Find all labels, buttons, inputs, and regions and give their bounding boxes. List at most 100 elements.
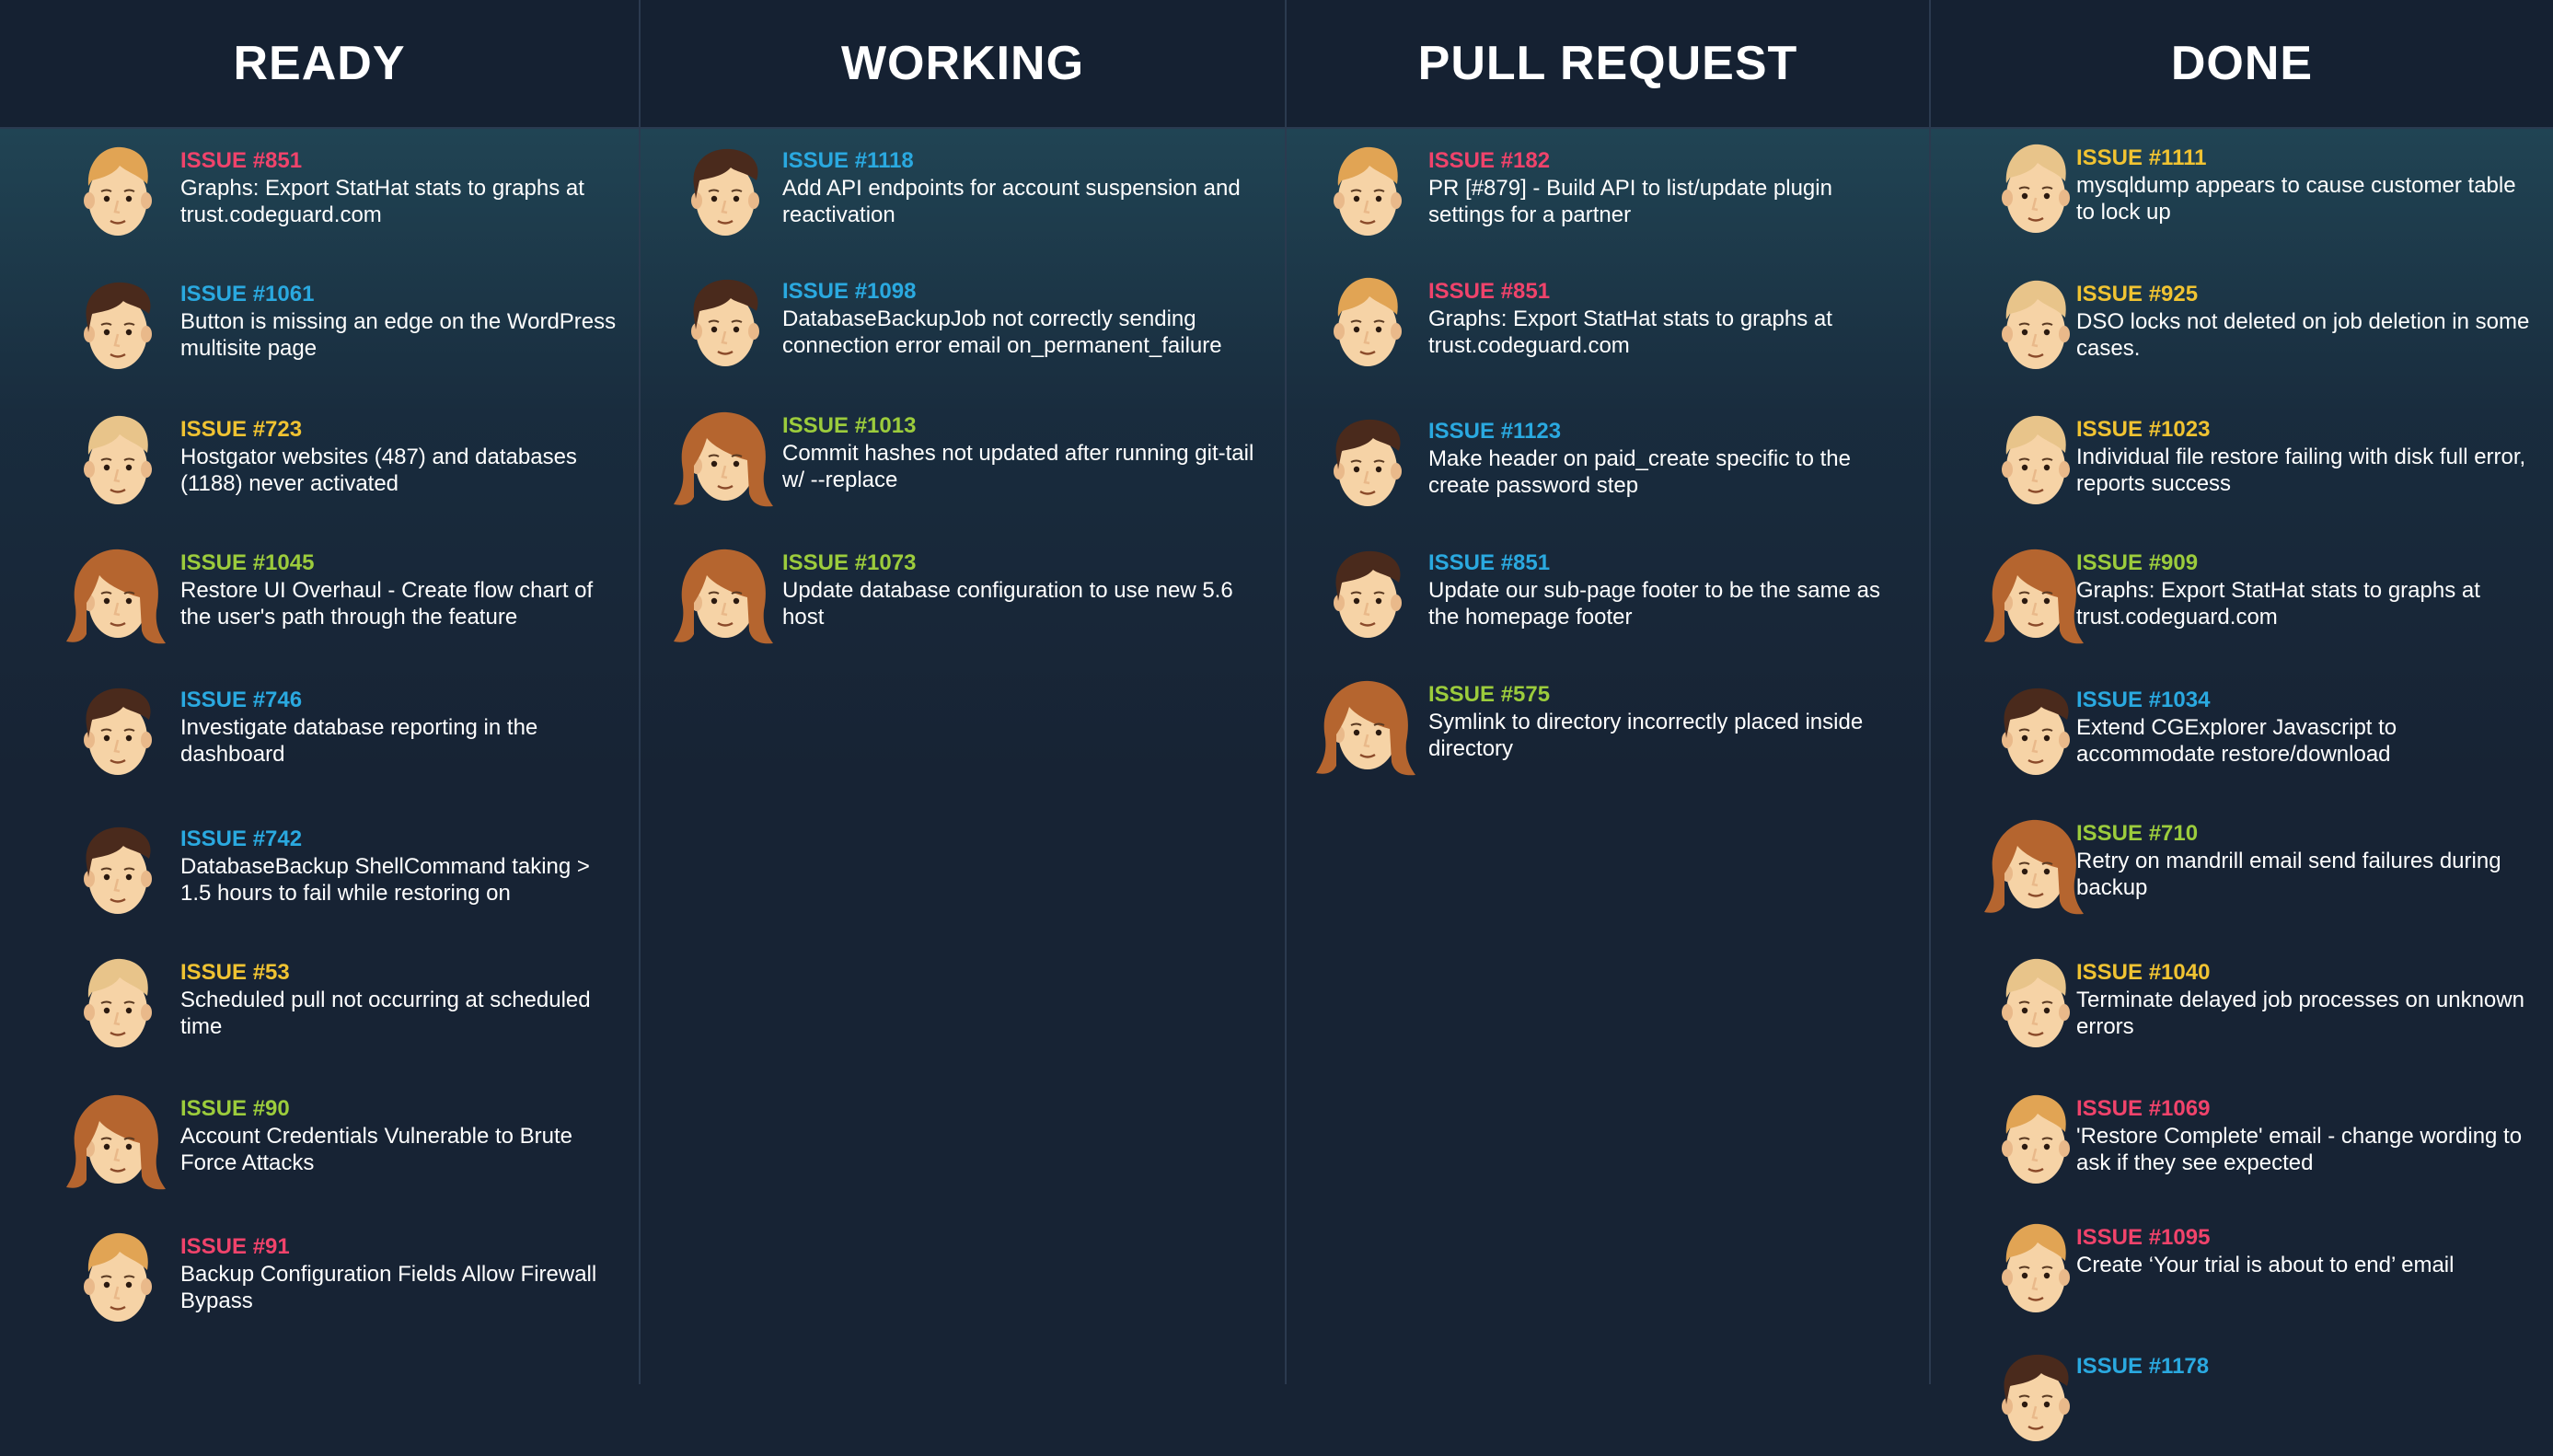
issue-number[interactable]: ISSUE #1069 <box>2076 1095 2536 1123</box>
issue-number[interactable]: ISSUE #1118 <box>782 147 1268 175</box>
issue-card[interactable]: ISSUE #1111 mysqldump appears to cause cu… <box>1931 126 2553 246</box>
issue-description: Hostgator websites (487) and databases (… <box>180 445 577 496</box>
issue-number[interactable]: ISSUE #1023 <box>2076 416 2536 444</box>
issue-description: Make header on paid_create specific to t… <box>1428 446 1851 498</box>
issue-number[interactable]: ISSUE #1013 <box>782 412 1268 440</box>
issue-card[interactable]: ISSUE #851 Update our sub-page footer to … <box>1287 531 1929 651</box>
issue-text: ISSUE #723 Hostgator websites (487) and d… <box>180 416 622 497</box>
issue-description: Graphs: Export StatHat stats to graphs a… <box>1428 306 1832 358</box>
issue-text: ISSUE #742 DatabaseBackup ShellCommand ta… <box>180 826 622 907</box>
issue-text: ISSUE #1023 Individual file restore faili… <box>2076 416 2536 497</box>
issue-number[interactable]: ISSUE #1111 <box>2076 144 2536 172</box>
issue-number[interactable]: ISSUE #909 <box>2076 549 2536 577</box>
issue-card[interactable]: ISSUE #1098 DatabaseBackupJob not correct… <box>641 260 1285 379</box>
issue-card[interactable]: ISSUE #575 Symlink to directory incorrect… <box>1287 663 1929 782</box>
issue-number[interactable]: ISSUE #1040 <box>2076 959 2536 987</box>
dark-hair-man-avatar <box>1309 410 1419 521</box>
issue-text: ISSUE #851 Graphs: Export StatHat stats t… <box>180 147 622 228</box>
issue-number[interactable]: ISSUE #91 <box>180 1233 622 1261</box>
issue-text: ISSUE #182 PR [#879] - Build API to list/… <box>1428 147 1912 228</box>
issue-number[interactable]: ISSUE #851 <box>180 147 622 175</box>
issue-text: ISSUE #1118 Add API endpoints for account… <box>782 147 1268 228</box>
issue-card[interactable]: ISSUE #746 Investigate database reporting… <box>0 668 639 788</box>
issue-card[interactable]: ISSUE #1123 Make header on paid_create sp… <box>1287 399 1929 519</box>
issue-card[interactable]: ISSUE #851 Graphs: Export StatHat stats t… <box>1287 260 1929 379</box>
dark-hair-man-avatar <box>666 271 777 381</box>
column-title-pull-request: PULL REQUEST <box>1417 37 1798 90</box>
issue-card[interactable]: ISSUE #182 PR [#879] - Build API to list/… <box>1287 129 1929 248</box>
issue-card[interactable]: ISSUE #851 Graphs: Export StatHat stats t… <box>0 129 639 248</box>
issue-card[interactable]: ISSUE #742 DatabaseBackup ShellCommand ta… <box>0 807 639 927</box>
issue-number[interactable]: ISSUE #710 <box>2076 820 2536 848</box>
issue-description: 'Restore Complete' email - change wordin… <box>2076 1124 2523 1175</box>
issue-number[interactable]: ISSUE #90 <box>180 1095 622 1123</box>
issue-text: ISSUE #91 Backup Configuration Fields All… <box>180 1233 622 1314</box>
issue-number[interactable]: ISSUE #851 <box>1428 549 1912 577</box>
issue-text: ISSUE #1111 mysqldump appears to cause cu… <box>2076 144 2536 225</box>
issue-description: DatabaseBackupJob not correctly sending … <box>782 306 1222 358</box>
issue-card[interactable]: ISSUE #1045 Restore UI Overhaul - Create … <box>0 531 639 651</box>
dark-hair-man-avatar <box>666 140 777 250</box>
issue-card[interactable]: ISSUE #925 DSO locks not deleted on job d… <box>1931 262 2553 382</box>
woman-avatar <box>59 542 169 653</box>
issue-text: ISSUE #1069 'Restore Complete' email - ch… <box>2076 1095 2536 1176</box>
issue-card[interactable]: ISSUE #1095 Create ‘Your trial is about t… <box>1931 1206 2553 1325</box>
issue-card[interactable]: ISSUE #91 Backup Configuration Fields All… <box>0 1215 639 1335</box>
issue-number[interactable]: ISSUE #1073 <box>782 549 1268 577</box>
issue-description: Retry on mandrill email send failures du… <box>2076 849 2501 900</box>
dark-hair-man-avatar <box>1977 1346 2087 1456</box>
woman-avatar <box>1977 813 2087 923</box>
issue-card[interactable]: ISSUE #53 Scheduled pull not occurring at… <box>0 941 639 1060</box>
issue-number[interactable]: ISSUE #182 <box>1428 147 1912 175</box>
issue-card[interactable]: ISSUE #1061 Button is missing an edge on … <box>0 262 639 382</box>
issue-description: Button is missing an edge on the WordPre… <box>180 309 617 361</box>
issue-description: Restore UI Overhaul - Create flow chart … <box>180 578 594 630</box>
issue-text: ISSUE #90 Account Credentials Vulnerable … <box>180 1095 622 1176</box>
kanban-board: READY WORKING PULL REQUEST DONE ISSUE #8… <box>0 0 2553 1441</box>
issue-text: ISSUE #851 Graphs: Export StatHat stats t… <box>1428 278 1912 359</box>
issue-card[interactable]: ISSUE #1073 Update database configuration… <box>641 531 1285 651</box>
issue-text: ISSUE #909 Graphs: Export StatHat stats t… <box>2076 549 2536 630</box>
issue-text: ISSUE #925 DSO locks not deleted on job d… <box>2076 281 2536 362</box>
issue-card[interactable]: ISSUE #1023 Individual file restore faili… <box>1931 398 2553 517</box>
issue-text: ISSUE #1098 DatabaseBackupJob not correct… <box>782 278 1268 359</box>
issue-card[interactable]: ISSUE #723 Hostgator websites (487) and d… <box>0 398 639 517</box>
issue-card[interactable]: ISSUE #909 Graphs: Export StatHat stats t… <box>1931 531 2553 651</box>
issue-card[interactable]: ISSUE #710 Retry on mandrill email send f… <box>1931 802 2553 921</box>
issue-number[interactable]: ISSUE #53 <box>180 959 622 987</box>
issue-card[interactable]: ISSUE #1034 Extend CGExplorer Javascript … <box>1931 668 2553 788</box>
issue-description: Create ‘Your trial is about to end’ emai… <box>2076 1253 2455 1277</box>
issue-card[interactable]: ISSUE #1118 Add API endpoints for account… <box>641 129 1285 248</box>
dark-hair-man-avatar <box>1309 542 1419 653</box>
issue-number[interactable]: ISSUE #925 <box>2076 281 2536 308</box>
issue-card[interactable]: ISSUE #1013 Commit hashes not updated aft… <box>641 394 1285 514</box>
issue-description: Extend CGExplorer Javascript to accommod… <box>2076 715 2397 767</box>
issue-description: Update database configuration to use new… <box>782 578 1233 630</box>
issue-card[interactable]: ISSUE #1040 Terminate delayed job process… <box>1931 941 2553 1060</box>
issue-number[interactable]: ISSUE #1034 <box>2076 687 2536 714</box>
issue-number[interactable]: ISSUE #1098 <box>782 278 1268 306</box>
issue-number[interactable]: ISSUE #1095 <box>2076 1224 2536 1252</box>
issue-card[interactable]: ISSUE #1178 <box>1931 1335 2553 1454</box>
dark-hair-man-avatar <box>59 273 169 384</box>
issue-number[interactable]: ISSUE #1061 <box>180 281 622 308</box>
issue-card[interactable]: ISSUE #1069 'Restore Complete' email - ch… <box>1931 1077 2553 1196</box>
light-hair-man-avatar <box>1977 952 2087 1062</box>
issue-text: ISSUE #710 Retry on mandrill email send f… <box>2076 820 2536 901</box>
issue-number[interactable]: ISSUE #1178 <box>2076 1353 2536 1381</box>
blond-man-avatar <box>1309 140 1419 250</box>
blond-man-avatar <box>1977 1088 2087 1198</box>
dark-hair-man-avatar <box>1977 679 2087 790</box>
issue-description: DSO locks not deleted on job deletion in… <box>2076 309 2530 361</box>
blond-man-avatar <box>1977 1217 2087 1327</box>
issue-card[interactable]: ISSUE #90 Account Credentials Vulnerable … <box>0 1077 639 1196</box>
issue-number[interactable]: ISSUE #851 <box>1428 278 1912 306</box>
issue-number[interactable]: ISSUE #723 <box>180 416 622 444</box>
issue-number[interactable]: ISSUE #1123 <box>1428 418 1912 445</box>
issue-description: Backup Configuration Fields Allow Firewa… <box>180 1262 597 1313</box>
issue-number[interactable]: ISSUE #1045 <box>180 549 622 577</box>
issue-number[interactable]: ISSUE #575 <box>1428 681 1912 709</box>
light-hair-man-avatar <box>1977 273 2087 384</box>
issue-number[interactable]: ISSUE #742 <box>180 826 622 853</box>
issue-number[interactable]: ISSUE #746 <box>180 687 622 714</box>
